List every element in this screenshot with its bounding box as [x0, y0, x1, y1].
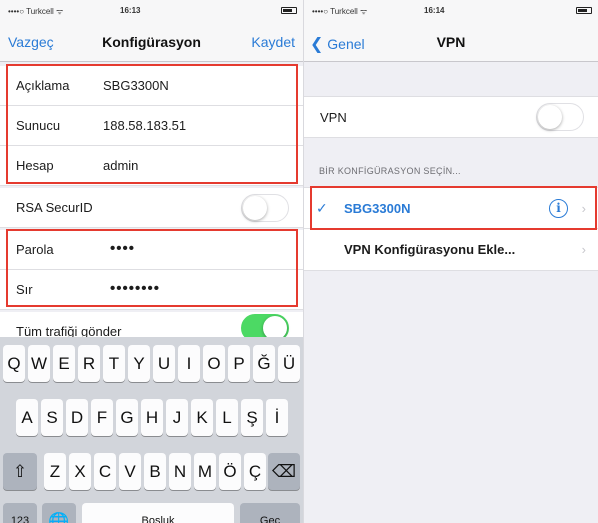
- key-ğ[interactable]: Ğ: [253, 345, 275, 382]
- server-value[interactable]: 188.58.183.51: [103, 118, 186, 133]
- rsa-securid-toggle[interactable]: [241, 194, 289, 222]
- rsa-securid-row[interactable]: RSA SecurID: [0, 188, 303, 228]
- key-ö[interactable]: Ö: [219, 453, 241, 490]
- keyboard: Q W E R T Y U I O P Ğ Ü A S D F G H J K L Ş İ ⇧ Z X C V B N M Ö Ç ⌫ 123 🌐 Bo…: [0, 337, 303, 523]
- password-value[interactable]: ••••: [110, 240, 135, 257]
- rsa-securid-label: RSA SecurID: [16, 200, 93, 215]
- space-key[interactable]: Boşluk: [82, 503, 234, 523]
- account-value[interactable]: admin: [103, 158, 138, 173]
- server-field[interactable]: Sunucu 188.58.183.51: [0, 106, 303, 146]
- globe-key[interactable]: 🌐: [42, 503, 76, 523]
- key-w[interactable]: W: [28, 345, 50, 382]
- vpn-toggle-row[interactable]: VPN: [304, 96, 598, 138]
- key-u[interactable]: U: [153, 345, 175, 382]
- nav-bar: ❮ Genel VPN: [304, 20, 598, 62]
- key-o[interactable]: O: [203, 345, 225, 382]
- key-b[interactable]: B: [144, 453, 166, 490]
- key-y[interactable]: Y: [128, 345, 150, 382]
- vpn-toggle[interactable]: [536, 103, 584, 131]
- key-ş[interactable]: Ş: [241, 399, 263, 436]
- configuration-screen: ••••○ Turkcell ᯤ 16:13 Vazgeç Konfigüras…: [0, 0, 303, 523]
- password-label: Parola: [16, 242, 54, 257]
- key-p[interactable]: P: [228, 345, 250, 382]
- section-header: BİR KONFİGÜRASYON SEÇİN...: [319, 166, 461, 176]
- save-button[interactable]: Kaydet: [251, 34, 295, 50]
- carrier-label: ••••○ Turkcell ᯤ: [312, 7, 368, 16]
- shift-key[interactable]: ⇧: [3, 453, 37, 490]
- key-s[interactable]: S: [41, 399, 63, 436]
- server-label: Sunucu: [16, 118, 61, 133]
- key-i[interactable]: I: [178, 345, 200, 382]
- description-label: Açıklama: [16, 78, 70, 93]
- battery-icon: [281, 7, 297, 14]
- secret-value[interactable]: ••••••••: [110, 280, 160, 297]
- chevron-right-icon: ›: [581, 242, 586, 257]
- account-label: Hesap: [16, 158, 54, 173]
- backspace-key[interactable]: ⌫: [268, 453, 300, 490]
- config-name: SBG3300N: [344, 201, 411, 216]
- key-h[interactable]: H: [141, 399, 163, 436]
- config-item-sbg3300n[interactable]: ✓ SBG3300N i ›: [304, 187, 598, 229]
- key-v[interactable]: V: [119, 453, 141, 490]
- account-field[interactable]: Hesap admin: [0, 146, 303, 186]
- key-z[interactable]: Z: [44, 453, 66, 490]
- secret-field[interactable]: Sır ••••••••: [0, 270, 303, 310]
- battery-icon: [576, 7, 592, 14]
- key-ü[interactable]: Ü: [278, 345, 300, 382]
- key-t[interactable]: T: [103, 345, 125, 382]
- key-r[interactable]: R: [78, 345, 100, 382]
- key-d[interactable]: D: [66, 399, 88, 436]
- status-bar: ••••○ Turkcell ᯤ 16:14: [304, 0, 598, 20]
- key-k[interactable]: K: [191, 399, 213, 436]
- toggle-knob: [538, 105, 562, 129]
- vpn-label: VPN: [320, 110, 347, 125]
- description-value[interactable]: SBG3300N: [103, 78, 169, 93]
- key-f[interactable]: F: [91, 399, 113, 436]
- numbers-key[interactable]: 123: [3, 503, 37, 523]
- toggle-knob: [243, 196, 267, 220]
- add-vpn-config-row[interactable]: VPN Konfigürasyonu Ekle... ›: [304, 229, 598, 271]
- key-n[interactable]: N: [169, 453, 191, 490]
- key-i̇[interactable]: İ: [266, 399, 288, 436]
- key-l[interactable]: L: [216, 399, 238, 436]
- secret-label: Sır: [16, 282, 33, 297]
- checkmark-icon: ✓: [316, 200, 328, 216]
- key-q[interactable]: Q: [3, 345, 25, 382]
- info-icon[interactable]: i: [549, 199, 568, 218]
- key-g[interactable]: G: [116, 399, 138, 436]
- page-title: VPN: [436, 34, 466, 50]
- chevron-right-icon: ›: [581, 201, 586, 216]
- carrier-label: ••••○ Turkcell ᯤ: [8, 7, 64, 16]
- password-field[interactable]: Parola ••••: [0, 230, 303, 270]
- nav-bar: Vazgeç Konfigürasyon Kaydet: [0, 20, 303, 62]
- go-key[interactable]: Geç: [240, 503, 300, 523]
- key-j[interactable]: J: [166, 399, 188, 436]
- key-x[interactable]: X: [69, 453, 91, 490]
- vpn-screen: ••••○ Turkcell ᯤ 16:14 ❮ Genel VPN VPN B…: [303, 0, 598, 523]
- key-a[interactable]: A: [16, 399, 38, 436]
- add-config-label: VPN Konfigürasyonu Ekle...: [344, 242, 516, 257]
- key-e[interactable]: E: [53, 345, 75, 382]
- clock: 16:13: [120, 6, 141, 15]
- description-field[interactable]: Açıklama SBG3300N: [0, 66, 303, 106]
- clock: 16:14: [424, 6, 445, 15]
- key-m[interactable]: M: [194, 453, 216, 490]
- key-ç[interactable]: Ç: [244, 453, 266, 490]
- status-bar: ••••○ Turkcell ᯤ 16:13: [0, 0, 303, 20]
- key-c[interactable]: C: [94, 453, 116, 490]
